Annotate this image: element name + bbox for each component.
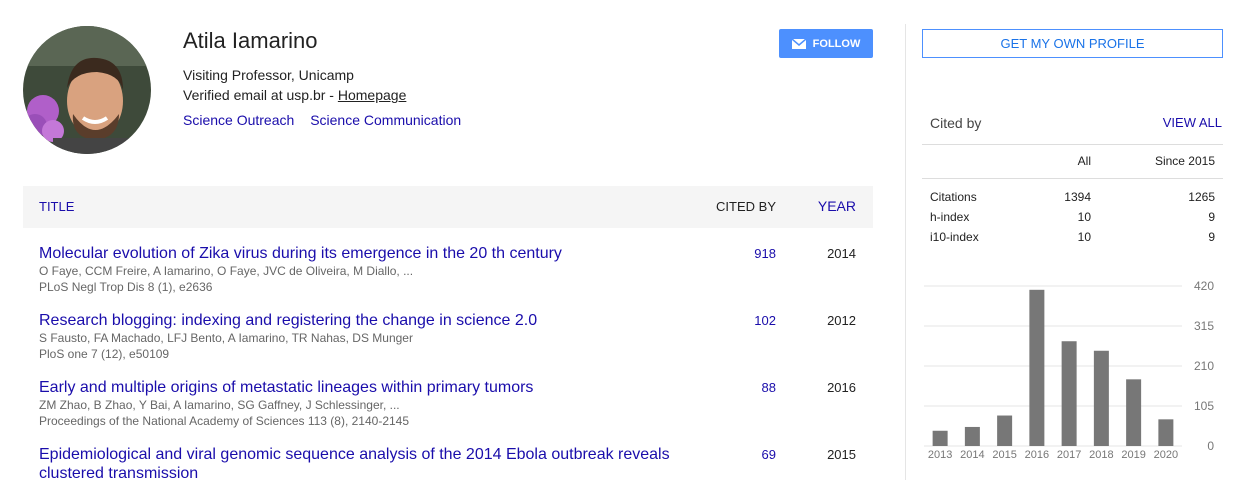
stat-all: 10: [1077, 210, 1091, 224]
x-tick-label: 2013: [928, 449, 952, 461]
cited-by-heading: Cited by: [930, 115, 982, 131]
article-year: 2015: [827, 447, 856, 462]
y-tick-label: 105: [1194, 399, 1214, 413]
y-tick-label: 420: [1194, 279, 1214, 293]
stats-row: Citations 1394 1265: [922, 187, 1223, 207]
col-all-header: All: [1077, 154, 1091, 168]
bar[interactable]: [932, 430, 948, 446]
bar[interactable]: [1093, 350, 1109, 446]
y-tick-label: 0: [1207, 439, 1214, 453]
table-row: Epidemiological and viral genomic sequen…: [23, 445, 873, 485]
stat-label: i10-index: [930, 230, 979, 244]
stat-since: 9: [1208, 230, 1215, 244]
x-tick-label: 2014: [960, 449, 984, 461]
x-tick-label: 2017: [1057, 449, 1081, 461]
x-tick-label: 2020: [1154, 449, 1178, 461]
article-authors: O Faye, CCM Freire, A Iamarino, O Faye, …: [39, 264, 414, 278]
article-venue: PLoS Negl Trop Dis 8 (1), e2636: [39, 280, 213, 294]
stats-row: h-index 10 9: [922, 207, 1223, 227]
get-my-own-profile-button[interactable]: GET MY OWN PROFILE: [922, 29, 1223, 58]
bar[interactable]: [1126, 379, 1142, 446]
interest-link[interactable]: Science Communication: [310, 112, 461, 128]
bar[interactable]: [964, 426, 980, 446]
stat-since: 1265: [1188, 190, 1215, 204]
cited-by-count[interactable]: 102: [754, 313, 776, 328]
y-tick-label: 210: [1194, 359, 1214, 373]
article-year: 2016: [827, 380, 856, 395]
article-authors: S Fausto, FA Machado, LFJ Bento, A Iamar…: [39, 331, 413, 345]
stats-header-row: All Since 2015: [922, 144, 1223, 179]
bar[interactable]: [1029, 289, 1045, 446]
article-year: 2014: [827, 246, 856, 261]
interest-link[interactable]: Science Outreach: [183, 112, 294, 128]
table-row: Early and multiple origins of metastatic…: [23, 378, 873, 430]
col-since-header: Since 2015: [1154, 154, 1215, 168]
stat-since: 9: [1208, 210, 1215, 224]
cited-by-header: CITED BY: [716, 199, 776, 214]
table-row: Research blogging: indexing and register…: [23, 311, 873, 363]
article-title-link[interactable]: Molecular evolution of Zika virus during…: [39, 244, 689, 263]
envelope-icon: [791, 38, 806, 49]
article-venue: Proceedings of the National Academy of S…: [39, 414, 410, 428]
citation-stats-table: All Since 2015 Citations 1394 1265 h-ind…: [922, 144, 1223, 247]
profile-name: Atila Iamarino: [183, 28, 318, 53]
bar[interactable]: [1061, 341, 1077, 446]
stat-label: Citations: [930, 190, 977, 204]
article-venue: PloS one 7 (12), e50109: [39, 347, 170, 361]
article-title-link[interactable]: Epidemiological and viral genomic sequen…: [39, 445, 689, 483]
x-tick-label: 2018: [1089, 449, 1113, 461]
sort-title-header[interactable]: TITLE: [39, 199, 74, 214]
x-tick-label: 2019: [1121, 449, 1145, 461]
bar[interactable]: [997, 415, 1013, 446]
y-tick-label: 315: [1194, 319, 1214, 333]
email-text: Verified email at usp.br -: [183, 87, 338, 103]
profile-avatar: [23, 26, 151, 154]
article-title-link[interactable]: Research blogging: indexing and register…: [39, 311, 689, 330]
profile-email: Verified email at usp.br - Homepage: [183, 87, 406, 103]
stats-row: i10-index 10 9: [922, 227, 1223, 247]
homepage-link[interactable]: Homepage: [338, 87, 407, 103]
bar[interactable]: [1158, 419, 1174, 446]
article-title-link[interactable]: Early and multiple origins of metastatic…: [39, 378, 689, 397]
articles-table-header: TITLE CITED BY YEAR: [23, 186, 873, 228]
cited-by-count[interactable]: 88: [762, 380, 776, 395]
stat-label: h-index: [930, 210, 970, 224]
article-authors: ZM Zhao, B Zhao, Y Bai, A Iamarino, SG G…: [39, 398, 400, 412]
follow-button[interactable]: FOLLOW: [779, 29, 873, 58]
stat-all: 10: [1077, 230, 1091, 244]
article-year: 2012: [827, 313, 856, 328]
cited-by-count[interactable]: 69: [762, 447, 776, 462]
view-all-link[interactable]: VIEW ALL: [1163, 115, 1222, 130]
column-divider: [905, 24, 906, 480]
research-interests: Science Outreach Science Communication: [183, 112, 473, 128]
table-row: Molecular evolution of Zika virus during…: [23, 244, 873, 296]
profile-affiliation: Visiting Professor, Unicamp: [183, 67, 354, 83]
sort-year-header[interactable]: YEAR: [818, 198, 856, 214]
cited-by-count[interactable]: 918: [754, 246, 776, 261]
follow-label: FOLLOW: [812, 37, 861, 50]
x-tick-label: 2015: [992, 449, 1016, 461]
citations-bar-chart: 0 105 210 315 420 2013 2014 2015 2016 2017 2018 201…: [924, 279, 1214, 461]
stat-all: 1394: [1064, 190, 1091, 204]
x-tick-label: 2016: [1025, 449, 1049, 461]
